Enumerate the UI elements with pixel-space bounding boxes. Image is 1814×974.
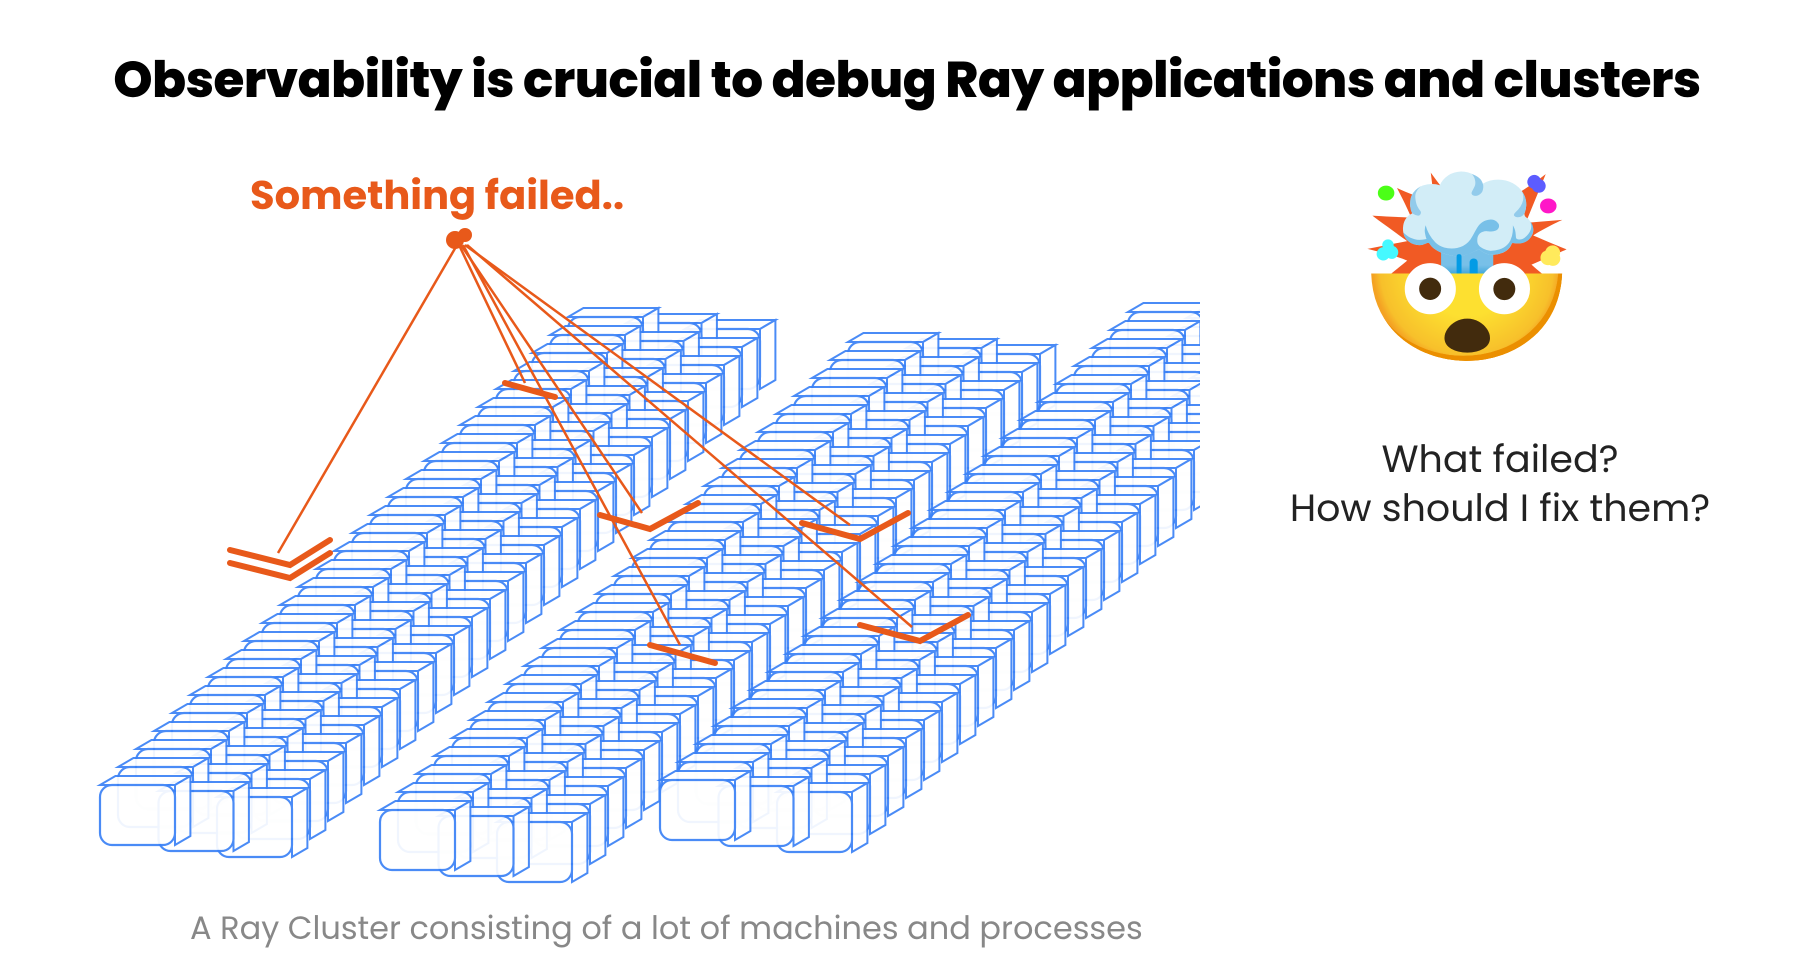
page-title: Observability is crucial to debug Ray ap… — [113, 42, 1700, 118]
mindblown-emoji: 🤯 — [1355, 180, 1575, 400]
cluster-caption: A Ray Cluster consisting of a lot of mac… — [190, 905, 1143, 953]
cluster-diagram — [60, 165, 1200, 885]
apex-dot-2 — [458, 228, 472, 242]
questions-block: What failed? How should I fix them? — [1260, 435, 1740, 534]
question-line-2: How should I fix them? — [1260, 484, 1740, 533]
question-line-1: What failed? — [1260, 435, 1740, 484]
